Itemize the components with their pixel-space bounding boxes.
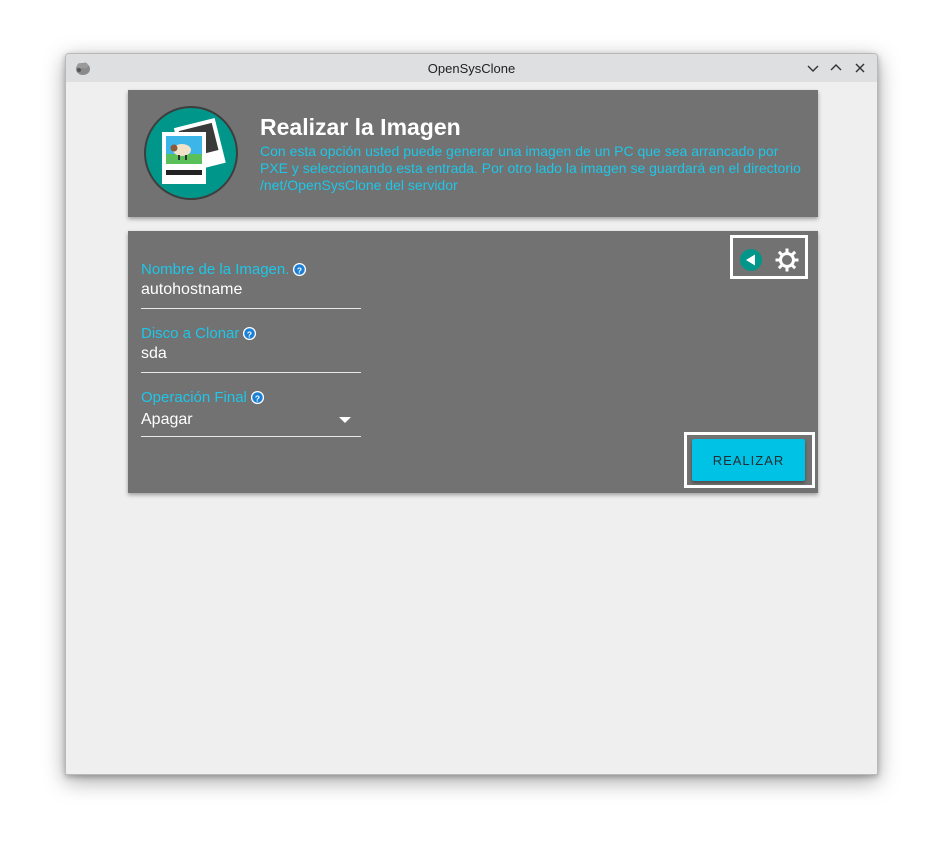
final-operation-select[interactable]: Apagar — [141, 411, 361, 431]
image-name-label: Nombre de la Imagen. — [141, 261, 290, 278]
submit-frame: REALIZAR — [684, 432, 815, 488]
field-underline — [141, 436, 361, 437]
chevron-down-icon[interactable] — [339, 417, 351, 423]
disk-field[interactable]: Disco a Clonar ? sda — [141, 325, 361, 373]
svg-text:?: ? — [297, 265, 302, 275]
gear-icon[interactable] — [775, 248, 799, 272]
svg-text:?: ? — [255, 393, 260, 403]
disk-input[interactable]: sda — [141, 345, 361, 365]
window-content: Realizar la Imagen Con esta opción usted… — [68, 82, 875, 770]
toolbar-icons — [730, 235, 808, 279]
back-icon[interactable] — [740, 249, 762, 271]
page-description: Con esta opción usted puede generar una … — [260, 143, 801, 193]
title-bar[interactable]: OpenSysClone — [66, 54, 877, 82]
disk-label: Disco a Clonar — [141, 325, 240, 342]
submit-button[interactable]: REALIZAR — [692, 439, 805, 481]
final-operation-field[interactable]: Operación Final ? Apagar — [141, 389, 361, 437]
close-icon[interactable] — [852, 60, 868, 76]
final-operation-label: Operación Final — [141, 389, 247, 406]
help-icon[interactable]: ? — [292, 262, 307, 277]
help-icon[interactable]: ? — [242, 326, 257, 341]
window-title: OpenSysClone — [427, 61, 516, 76]
form-card: Nombre de la Imagen. ? autohostname Disc… — [128, 231, 818, 493]
field-underline — [141, 372, 361, 373]
field-underline — [141, 308, 361, 309]
help-icon[interactable]: ? — [250, 390, 265, 405]
minimize-icon[interactable] — [805, 60, 821, 76]
image-gallery-icon — [144, 106, 238, 200]
maximize-icon[interactable] — [828, 60, 844, 76]
header-card: Realizar la Imagen Con esta opción usted… — [128, 90, 818, 217]
image-name-field[interactable]: Nombre de la Imagen. ? autohostname — [141, 261, 361, 309]
page-title: Realizar la Imagen — [260, 114, 461, 140]
image-name-input[interactable]: autohostname — [141, 281, 361, 301]
app-window: OpenSysClone Realizar la Imagen Con esta… — [65, 53, 878, 775]
svg-text:?: ? — [247, 329, 252, 339]
